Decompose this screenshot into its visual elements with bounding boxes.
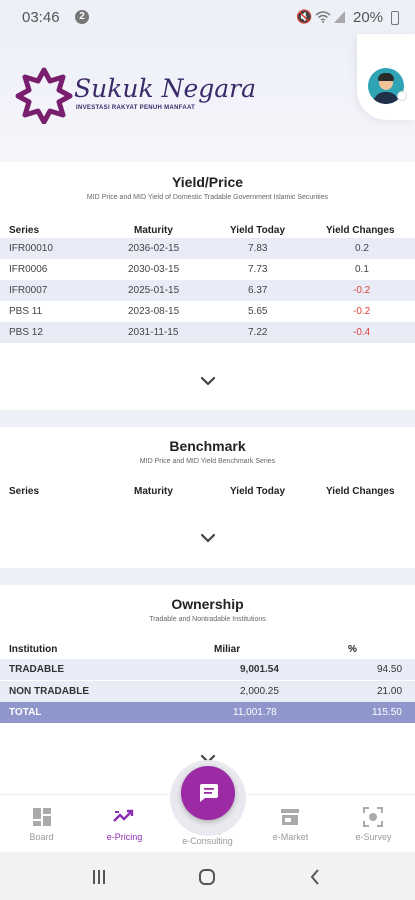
row-yield-today: 6.37 bbox=[248, 285, 268, 296]
benchmark-card: Benchmark MID Price and MID Yield Benchm… bbox=[0, 427, 415, 568]
table-row[interactable]: NON TRADABLE 2,000.25 21.00 bbox=[0, 681, 415, 702]
row-series: PBS 11 bbox=[9, 306, 43, 317]
ownership-title: Ownership bbox=[171, 596, 244, 612]
row-yield-today: 5.65 bbox=[248, 306, 268, 317]
yield-price-card: Yield/Price MID Price and MID Yield of D… bbox=[0, 162, 415, 410]
row-yield-today: 7.83 bbox=[248, 243, 268, 254]
table-row[interactable]: IFR0007 2025-01-15 6.37 -0.2 bbox=[0, 280, 415, 301]
nav-e-survey-label: e-Survey bbox=[355, 832, 392, 842]
table-row[interactable]: IFR00010 2036-02-15 7.83 0.2 bbox=[0, 238, 415, 259]
expand-chevron-down-icon[interactable] bbox=[199, 374, 217, 388]
row-maturity: 2023-08-15 bbox=[128, 306, 180, 317]
trending-icon bbox=[113, 809, 134, 822]
col-yield-changes: Yield Changes bbox=[326, 486, 395, 497]
row-yield-change: -0.2 bbox=[353, 306, 371, 317]
back-icon[interactable] bbox=[309, 868, 321, 886]
nav-e-pricing[interactable]: e-Pricing bbox=[83, 803, 166, 847]
row-maturity: 2030-03-15 bbox=[128, 264, 180, 275]
survey-icon bbox=[363, 807, 383, 827]
table-row[interactable]: PBS 11 2023-08-15 5.65 -0.2 bbox=[0, 301, 415, 322]
expand-chevron-down-icon[interactable] bbox=[199, 531, 217, 545]
row-series: IFR0007 bbox=[9, 285, 48, 296]
system-navigation-bar bbox=[0, 852, 415, 900]
app-header: Sukuk Negara INVESTASI RAKYAT PENUH MANF… bbox=[0, 34, 415, 162]
col-institution: Institution bbox=[9, 644, 58, 655]
total-label: TOTAL bbox=[9, 707, 42, 718]
benchmark-subtitle: MID Price and MID Yield Benchmark Series bbox=[139, 458, 276, 465]
row-series: IFR00010 bbox=[9, 243, 53, 254]
yield-price-title: Yield/Price bbox=[171, 174, 244, 190]
notification-badge: 2 bbox=[75, 10, 89, 24]
recent-apps-icon[interactable] bbox=[91, 869, 107, 885]
home-icon[interactable] bbox=[198, 868, 216, 886]
sukuk-logo-icon bbox=[15, 67, 73, 124]
yield-price-subtitle: MID Price and MID Yield of Domestic Trad… bbox=[86, 194, 329, 201]
status-bar: 03:46 2 🔇 20% bbox=[0, 0, 415, 34]
nav-e-survey[interactable]: e-Survey bbox=[332, 803, 415, 847]
mute-icon: 🔇 bbox=[296, 9, 317, 24]
col-yield-changes: Yield Changes bbox=[326, 225, 395, 236]
col-maturity: Maturity bbox=[134, 486, 173, 497]
col-series: Series bbox=[9, 486, 40, 497]
row-yield-change: 0.1 bbox=[355, 264, 369, 275]
row-maturity: 2036-02-15 bbox=[128, 243, 180, 254]
table-row[interactable]: IFR0006 2030-03-15 7.73 0.1 bbox=[0, 259, 415, 280]
row-miliar: 9,001.54 bbox=[240, 664, 279, 675]
nav-e-pricing-label: e-Pricing bbox=[106, 832, 143, 842]
col-series: Series bbox=[9, 225, 40, 236]
total-percent: 115.50 bbox=[372, 707, 402, 718]
row-percent: 21.00 bbox=[377, 686, 403, 697]
row-maturity: 2025-01-15 bbox=[128, 285, 180, 296]
row-series: PBS 12 bbox=[9, 327, 43, 338]
ownership-subtitle: Tradable and Nontradable Institutions bbox=[149, 616, 266, 623]
ownership-table-header: Institution Miliar % bbox=[0, 639, 415, 659]
yield-price-table-header: Series Maturity Yield Today Yield Change… bbox=[0, 220, 415, 240]
col-miliar: Miliar bbox=[214, 644, 241, 655]
row-yield-today: 7.73 bbox=[248, 264, 268, 275]
row-institution: TRADABLE bbox=[9, 664, 64, 675]
table-row[interactable]: TRADABLE 9,001.54 94.50 bbox=[0, 659, 415, 680]
nav-e-consulting-label: e-Consulting bbox=[182, 836, 233, 846]
row-series: IFR0006 bbox=[9, 264, 48, 275]
row-institution: NON TRADABLE bbox=[9, 686, 89, 697]
brand-tagline: INVESTASI RAKYAT PENUH MANFAAT bbox=[76, 105, 196, 111]
status-icons: 🔇 bbox=[296, 9, 316, 25]
profile-card[interactable] bbox=[357, 34, 415, 120]
row-miliar: 2,000.25 bbox=[240, 686, 279, 697]
table-row[interactable]: PBS 12 2031-11-15 7.22 -0.4 bbox=[0, 322, 415, 343]
nav-board[interactable]: Board bbox=[0, 803, 83, 847]
row-maturity: 2031-11-15 bbox=[128, 327, 179, 338]
battery-icon bbox=[391, 11, 399, 25]
col-yield-today: Yield Today bbox=[230, 225, 286, 236]
chat-icon bbox=[200, 784, 218, 802]
row-yield-change: -0.4 bbox=[353, 327, 371, 338]
wifi-icon bbox=[315, 11, 331, 23]
row-percent: 94.50 bbox=[377, 664, 403, 675]
signal-icon bbox=[334, 11, 345, 23]
total-row[interactable]: TOTAL 11,001.78 115.50 bbox=[0, 702, 415, 723]
row-yield-today: 7.22 bbox=[248, 327, 268, 338]
nav-board-label: Board bbox=[29, 832, 54, 842]
avatar-badge-icon bbox=[397, 91, 407, 101]
store-icon bbox=[281, 809, 299, 825]
board-icon bbox=[33, 808, 51, 826]
status-time: 03:46 bbox=[22, 9, 60, 26]
col-maturity: Maturity bbox=[134, 225, 173, 236]
nav-e-market-label: e-Market bbox=[272, 832, 309, 842]
row-yield-change: -0.2 bbox=[353, 285, 371, 296]
nav-e-market[interactable]: e-Market bbox=[249, 803, 332, 847]
brand-name: Sukuk Negara bbox=[74, 74, 257, 103]
total-miliar: 11,001.78 bbox=[233, 707, 277, 718]
row-yield-change: 0.2 bbox=[355, 243, 369, 254]
col-yield-today: Yield Today bbox=[230, 486, 286, 497]
chat-fab-button[interactable] bbox=[181, 766, 235, 820]
benchmark-title: Benchmark bbox=[169, 438, 246, 454]
col-percent: % bbox=[348, 644, 357, 655]
battery-percent: 20% bbox=[353, 9, 384, 26]
benchmark-table-header: Series Maturity Yield Today Yield Change… bbox=[0, 481, 415, 501]
